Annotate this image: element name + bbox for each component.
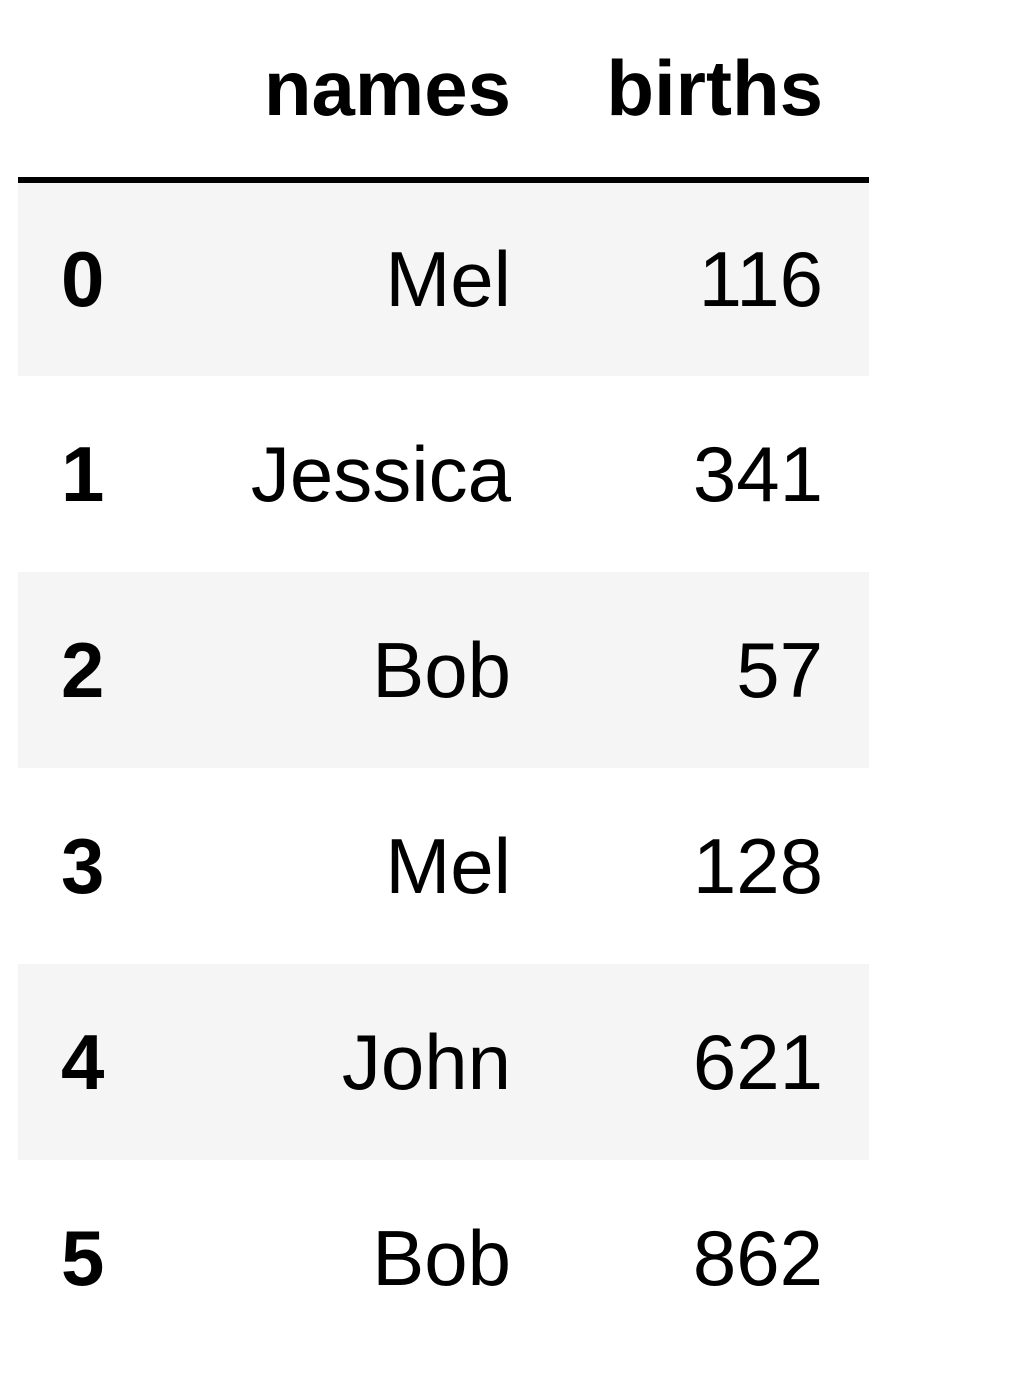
header-row: names births — [18, 0, 869, 183]
row-index: 0 — [61, 235, 105, 323]
table-row: 4 John 621 — [18, 964, 869, 1160]
cell-names: Bob — [372, 625, 511, 714]
cell-births: 57 — [736, 625, 823, 714]
dataframe-container: names births 0 Mel 116 1 Jessica 341 2 B… — [18, 0, 869, 1356]
table-body: 0 Mel 116 1 Jessica 341 2 Bob 57 3 Mel 1… — [18, 180, 869, 1356]
cell-names: Mel — [385, 821, 511, 910]
column-header-births: births — [515, 0, 869, 183]
cell-births: 621 — [692, 1017, 823, 1106]
cell-births: 128 — [692, 821, 823, 910]
table-row: 2 Bob 57 — [18, 572, 869, 768]
row-index: 5 — [61, 1213, 105, 1302]
cell-names: Bob — [372, 1213, 511, 1302]
cell-names: Mel — [385, 235, 511, 323]
dataframe-table: names births 0 Mel 116 1 Jessica 341 2 B… — [18, 0, 869, 1356]
row-index: 2 — [61, 625, 105, 714]
row-index: 3 — [61, 821, 105, 910]
index-header — [18, 0, 170, 183]
column-header-names: names — [170, 0, 515, 183]
cell-births: 116 — [698, 235, 823, 323]
table-header: names births — [18, 0, 869, 183]
row-index: 4 — [61, 1017, 105, 1106]
cell-births: 862 — [692, 1213, 823, 1302]
table-row: 1 Jessica 341 — [18, 376, 869, 572]
cell-names: Jessica — [250, 429, 511, 518]
table-row: 3 Mel 128 — [18, 768, 869, 964]
cell-names: John — [341, 1017, 511, 1106]
table-row: 5 Bob 862 — [18, 1160, 869, 1356]
cell-births: 341 — [692, 429, 823, 518]
row-index: 1 — [61, 429, 105, 518]
table-row: 0 Mel 116 — [18, 180, 869, 376]
